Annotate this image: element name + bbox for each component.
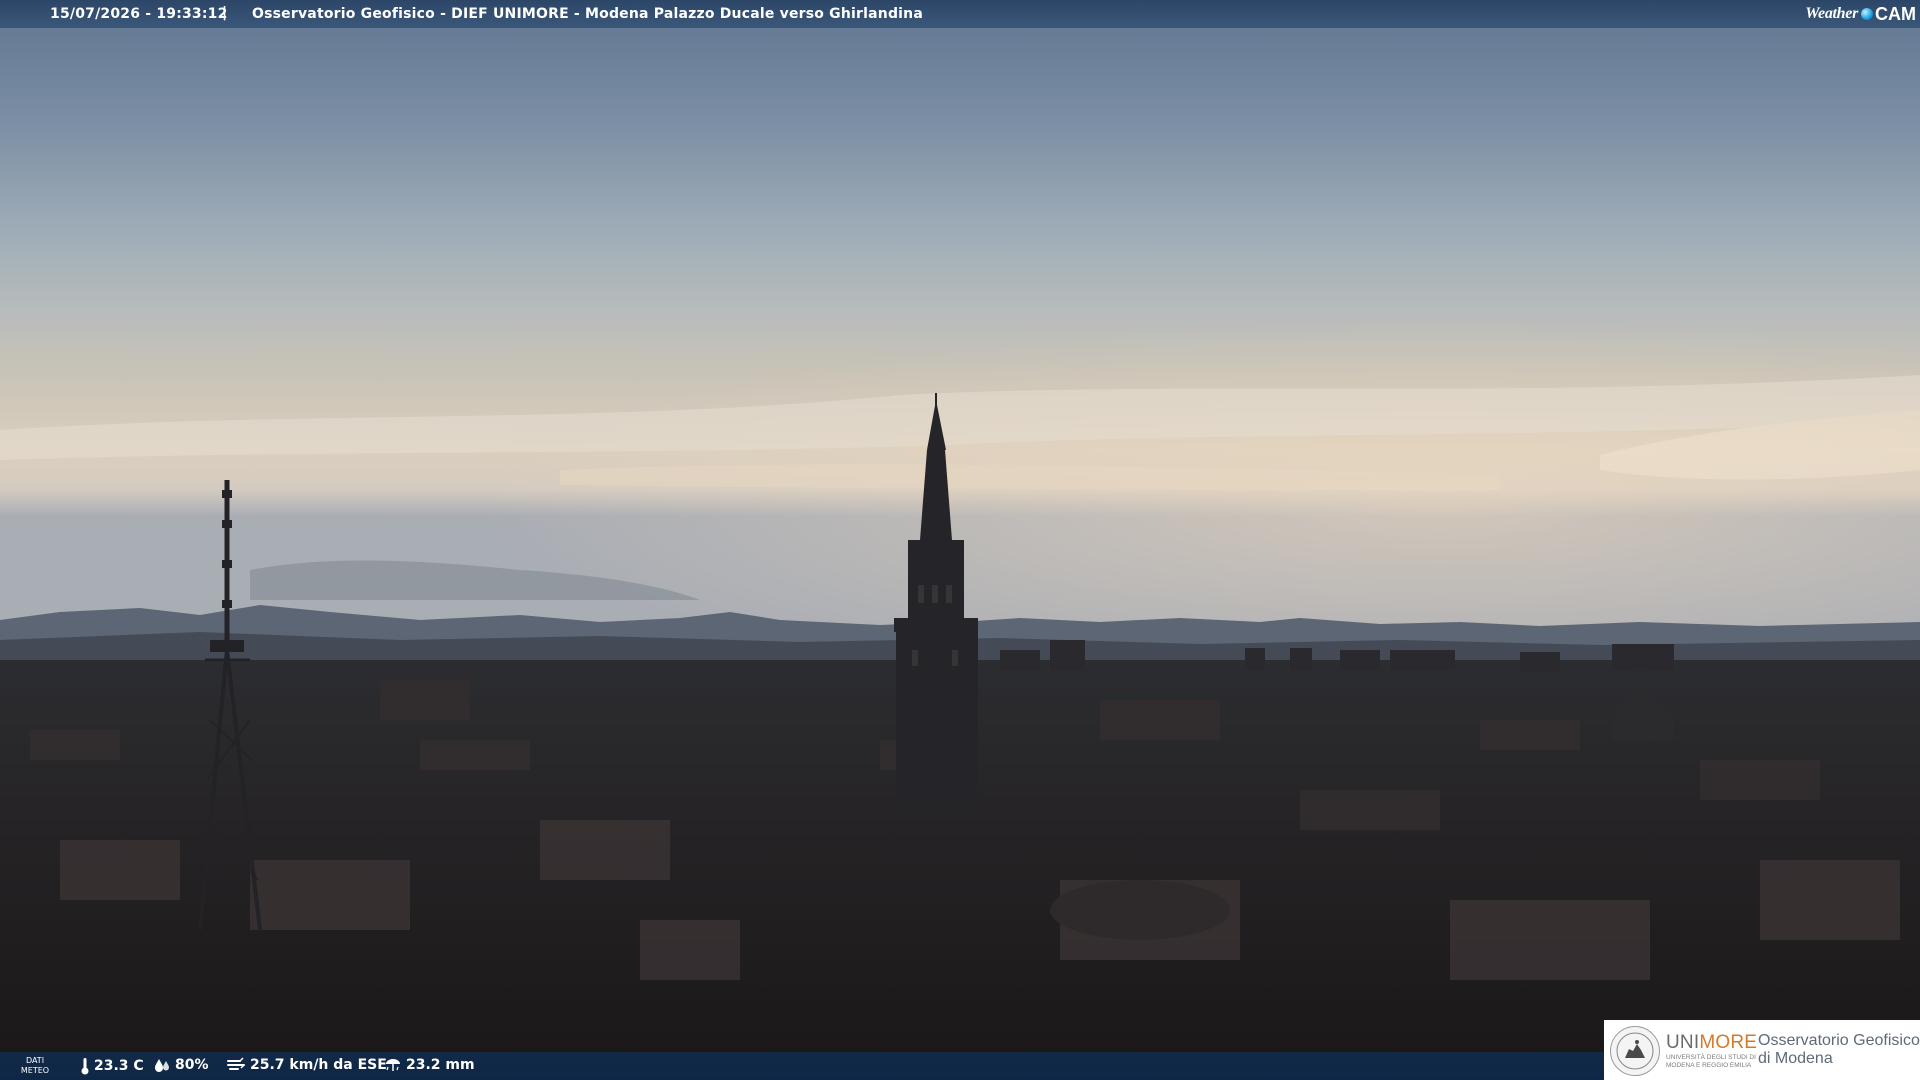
rain-gauge-icon [384,1057,402,1073]
observatory-name: Osservatorio Geofisico di Modena [1758,1032,1920,1067]
brand-cam: CAM [1875,3,1916,24]
temperature-reading: 23.3 C [80,1057,144,1075]
weathercam-logo: Weather CAM [1805,3,1916,25]
rain-value: 23.2 mm [406,1057,475,1073]
wind-icon [226,1057,246,1073]
caption-separator: | [222,5,228,21]
humidity-drops-icon [153,1057,171,1073]
top-caption-bar: 15/07/2026 - 19:33:12 | Osservatorio Geo… [0,0,1920,28]
wind-value: 25.7 km/h da ESE [250,1057,387,1073]
unimore-logo-box: UNIMORE UNIVERSITÀ DEGLI STUDI DI MODENA… [1604,1020,1920,1080]
brand-word: Weather [1805,5,1858,22]
thermometer-icon [80,1057,90,1075]
timestamp: 15/07/2026 - 19:33:12 [50,6,228,22]
camera-caption: Osservatorio Geofisico - DIEF UNIMORE - … [252,6,923,22]
humidity-reading: 80% [153,1057,209,1073]
rain-reading: 23.2 mm [384,1057,475,1073]
webcam-image [0,0,1920,1080]
weather-data-bar: DATI METEO 23.3 C 80% 25.7 km/h da ESE 2… [0,1052,1604,1080]
university-seal-icon [1610,1026,1660,1076]
humidity-value: 80% [175,1057,209,1073]
dati-meteo-label: DATI METEO [20,1056,50,1075]
university-name: UNIVERSITÀ DEGLI STUDI DI MODENA E REGGI… [1666,1054,1756,1069]
brand-globe-icon [1861,8,1873,20]
unimore-wordmark: UNIMORE [1666,1032,1758,1053]
temperature-value: 23.3 C [94,1058,144,1074]
wind-reading: 25.7 km/h da ESE [226,1057,387,1073]
